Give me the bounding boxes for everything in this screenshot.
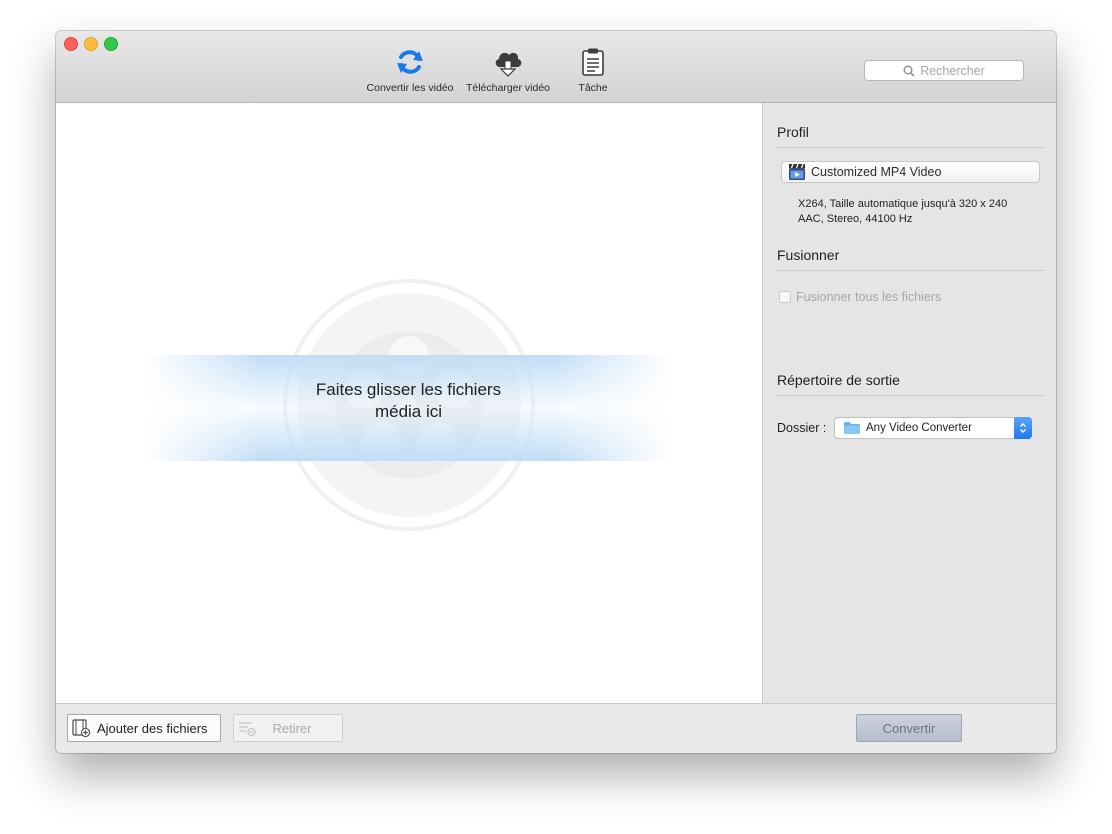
profile-desc-video: X264, Taille automatique jusqu'à 320 x 2… xyxy=(798,198,1008,210)
download-video-tool[interactable]: Télécharger vidéo xyxy=(462,47,554,95)
drop-text-line-1: Faites glisser les fichiers xyxy=(315,380,502,399)
task-label: Tâche xyxy=(578,82,608,94)
search-input[interactable]: Rechercher xyxy=(864,60,1024,81)
merge-heading: Fusionner xyxy=(777,247,840,263)
convert-label: Convertir xyxy=(882,720,936,736)
profile-desc-audio: AAC, Stereo, 44100 Hz xyxy=(798,213,913,225)
merge-all-label: Fusionner tous les fichiers xyxy=(796,290,942,304)
output-folder-select[interactable]: Any Video Converter xyxy=(834,417,1032,439)
profile-heading: Profil xyxy=(777,124,809,140)
remove-button[interactable]: Retirer xyxy=(233,714,343,742)
profile-selected-value: Customized MP4 Video xyxy=(811,165,942,179)
output-folder-value: Any Video Converter xyxy=(866,422,972,434)
search-icon xyxy=(903,65,920,77)
settings-panel: Profil Customized MP4 Video X264, Taille… xyxy=(762,103,1056,703)
file-drop-area[interactable]: Faites glisser les fichiers média ici xyxy=(56,103,762,703)
convert-video-label: Convertir les vidéo xyxy=(366,82,454,94)
divider xyxy=(777,395,1045,396)
convert-button[interactable]: Convertir xyxy=(856,714,962,742)
app-window: Convertir les vidéo Télécharger vidéo Tâ… xyxy=(56,31,1056,753)
add-files-button[interactable]: Ajouter des fichiers xyxy=(67,714,221,742)
merge-all-checkbox[interactable] xyxy=(779,291,791,303)
task-tool[interactable]: Tâche xyxy=(567,47,619,95)
profile-description: X264, Taille automatique jusqu'à 320 x 2… xyxy=(798,197,1007,227)
divider xyxy=(777,270,1045,271)
divider xyxy=(777,147,1045,148)
drop-text-line-2: média ici xyxy=(374,402,443,421)
cloud-download-icon xyxy=(492,47,524,77)
remove-list-icon xyxy=(238,719,256,737)
remove-label: Retirer xyxy=(272,720,312,736)
zoom-window-button[interactable] xyxy=(104,37,118,51)
profile-select[interactable]: Customized MP4 Video xyxy=(781,161,1040,183)
add-files-label: Ajouter des fichiers xyxy=(97,720,208,736)
download-video-label: Télécharger vidéo xyxy=(465,82,551,94)
folder-label: Dossier : xyxy=(777,421,827,435)
refresh-icon xyxy=(394,47,426,77)
minimize-window-button[interactable] xyxy=(84,37,98,51)
folder-icon xyxy=(843,421,861,435)
clipboard-icon xyxy=(577,47,609,77)
add-film-icon xyxy=(72,719,90,737)
convert-video-tool[interactable]: Convertir les vidéo xyxy=(362,47,458,95)
clapperboard-icon xyxy=(788,163,806,181)
toolbar: Convertir les vidéo Télécharger vidéo Tâ… xyxy=(56,31,1056,103)
chevron-up-down-icon[interactable] xyxy=(1014,417,1032,439)
output-heading: Répertoire de sortie xyxy=(777,372,900,388)
merge-all-option[interactable]: Fusionner tous les fichiers xyxy=(779,290,941,304)
bottom-bar: Ajouter des fichiers Retirer Convertir xyxy=(56,703,1056,753)
search-placeholder: Rechercher xyxy=(920,63,985,78)
close-window-button[interactable] xyxy=(64,37,78,51)
drop-instructions: Faites glisser les fichiers média ici xyxy=(146,379,671,423)
